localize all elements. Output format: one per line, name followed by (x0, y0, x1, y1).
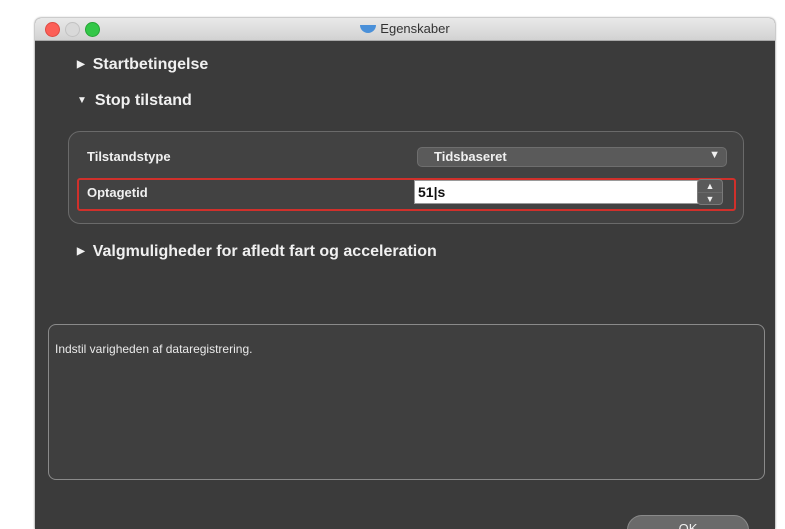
section-stop-condition-label: Stop tilstand (94, 92, 192, 109)
title-bar: Egenskaber (35, 18, 775, 41)
chevron-down-icon: ▼ (77, 95, 87, 106)
properties-window: Egenskaber ▶ Startbetingelse ▼ Stop tilsta… (35, 18, 775, 529)
condition-type-select[interactable]: Tidsbaseret ▼ (417, 147, 727, 167)
section-stop-condition[interactable]: ▼ Stop tilstand (77, 92, 192, 110)
condition-type-label: Tilstandstype (87, 149, 171, 164)
boat-icon (360, 24, 377, 33)
window-title: Egenskaber (35, 21, 775, 36)
chevron-right-icon: ▶ (77, 59, 85, 70)
ok-button[interactable]: OK (627, 515, 749, 529)
recording-time-value: 51|s (418, 184, 446, 200)
chevron-right-icon: ▶ (77, 246, 85, 257)
window-title-text: Egenskaber (380, 21, 450, 36)
recording-time-stepper[interactable]: ▲ ▼ (697, 179, 723, 205)
recording-time-input[interactable]: 51|s (414, 180, 699, 204)
condition-type-value: Tidsbaseret (434, 149, 507, 164)
chevron-down-icon: ▼ (709, 149, 720, 161)
section-derived-speed-label: Valgmuligheder for afledt fart og accele… (92, 243, 437, 260)
stepper-up-icon[interactable]: ▲ (698, 180, 722, 192)
description-box: Indstil varigheden af dataregistrering. (48, 324, 765, 480)
description-text: Indstil varigheden af dataregistrering. (55, 342, 253, 356)
recording-time-label: Optagetid (87, 185, 148, 200)
stop-condition-group: Tilstandstype Tidsbaseret ▼ Optagetid 51… (68, 131, 744, 224)
stepper-down-icon[interactable]: ▼ (698, 192, 722, 205)
section-start-condition[interactable]: ▶ Startbetingelse (77, 56, 208, 74)
section-start-condition-label: Startbetingelse (92, 56, 209, 73)
section-derived-speed[interactable]: ▶ Valgmuligheder for afledt fart og accel… (77, 243, 437, 261)
